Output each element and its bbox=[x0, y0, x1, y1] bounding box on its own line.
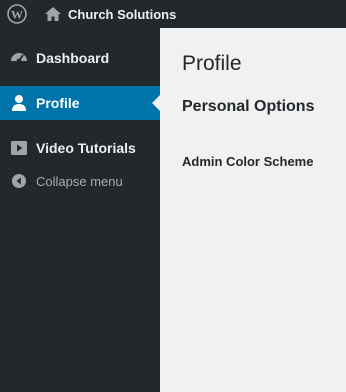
section-title: Personal Options bbox=[182, 98, 315, 115]
collapse-menu-label: Collapse menu bbox=[36, 173, 123, 189]
user-icon bbox=[10, 94, 28, 112]
home-icon bbox=[45, 7, 61, 21]
admin-color-scheme-label: Admin Color Scheme bbox=[182, 154, 314, 169]
sidebar-item-label: Video Tutorials bbox=[36, 140, 136, 156]
sidebar-item-video-tutorials[interactable]: Video Tutorials bbox=[0, 131, 160, 165]
svg-text:W: W bbox=[11, 8, 23, 22]
collapse-arrow-icon bbox=[10, 172, 28, 190]
dashboard-icon bbox=[10, 49, 28, 67]
video-icon bbox=[10, 139, 28, 157]
sidebar-item-profile[interactable]: Profile bbox=[0, 86, 160, 120]
wordpress-logo-icon[interactable]: W bbox=[0, 0, 34, 28]
site-home-link[interactable]: Church Solutions bbox=[44, 0, 176, 28]
admin-sidebar: Dashboard Profile Video Tutorials Collap… bbox=[0, 28, 160, 392]
sidebar-item-dashboard[interactable]: Dashboard bbox=[0, 41, 160, 75]
sidebar-item-label: Dashboard bbox=[36, 50, 110, 66]
page-title: Profile bbox=[182, 52, 242, 75]
main-content: Profile Personal Options Admin Color Sch… bbox=[160, 28, 346, 392]
collapse-menu-button[interactable]: Collapse menu bbox=[0, 164, 160, 198]
admin-bar: W Church Solutions bbox=[0, 0, 346, 28]
site-name: Church Solutions bbox=[68, 6, 177, 22]
sidebar-item-label: Profile bbox=[36, 95, 80, 111]
